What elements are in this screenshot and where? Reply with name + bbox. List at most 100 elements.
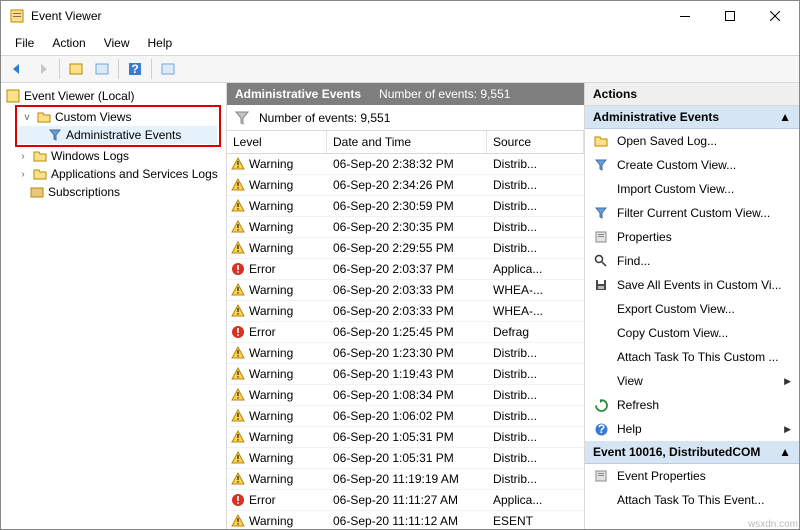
menu-help[interactable]: Help bbox=[140, 33, 181, 53]
center-title: Administrative Events bbox=[235, 87, 361, 101]
collapse-icon[interactable]: ▲ bbox=[779, 445, 791, 459]
actions-title: Actions bbox=[585, 83, 799, 106]
cell-datetime: 06-Sep-20 2:03:33 PM bbox=[327, 283, 487, 297]
cell-level: Warning bbox=[249, 451, 293, 465]
folder-icon bbox=[32, 148, 48, 164]
action-item[interactable]: Attach Task To This Custom ... bbox=[585, 345, 799, 369]
table-row[interactable]: Warning06-Sep-20 2:34:26 PMDistrib... bbox=[227, 175, 584, 196]
action-label: Filter Current Custom View... bbox=[617, 206, 770, 220]
close-button[interactable] bbox=[752, 2, 797, 31]
cell-level: Warning bbox=[249, 220, 293, 234]
table-row[interactable]: Warning06-Sep-20 2:29:55 PMDistrib... bbox=[227, 238, 584, 259]
collapse-icon[interactable]: ▲ bbox=[779, 110, 791, 124]
table-row[interactable]: Error06-Sep-20 11:11:27 AMApplica... bbox=[227, 490, 584, 511]
table-row[interactable]: Warning06-Sep-20 2:03:33 PMWHEA-... bbox=[227, 301, 584, 322]
toolbar-show-hide[interactable] bbox=[64, 58, 88, 80]
cell-source: Distrib... bbox=[487, 472, 584, 486]
action-item[interactable]: Find... bbox=[585, 249, 799, 273]
forward-button[interactable] bbox=[31, 58, 55, 80]
table-row[interactable]: Warning06-Sep-20 1:06:02 PMDistrib... bbox=[227, 406, 584, 427]
event-viewer-icon bbox=[5, 88, 21, 104]
action-item[interactable]: Import Custom View... bbox=[585, 177, 799, 201]
cell-level: Warning bbox=[249, 199, 293, 213]
table-row[interactable]: Warning06-Sep-20 11:19:19 AMDistrib... bbox=[227, 469, 584, 490]
menu-file[interactable]: File bbox=[7, 33, 42, 53]
expand-icon[interactable]: › bbox=[17, 169, 29, 180]
toolbar-properties[interactable] bbox=[90, 58, 114, 80]
action-item[interactable]: Save All Events in Custom Vi... bbox=[585, 273, 799, 297]
menu-action[interactable]: Action bbox=[44, 33, 93, 53]
cell-source: Distrib... bbox=[487, 388, 584, 402]
tree-apps-services[interactable]: › Applications and Services Logs bbox=[3, 165, 224, 183]
warning-icon bbox=[231, 388, 245, 402]
filter-icon[interactable] bbox=[235, 111, 249, 125]
toolbar-help[interactable]: ? bbox=[123, 58, 147, 80]
warning-icon bbox=[231, 283, 245, 297]
action-item[interactable]: Properties bbox=[585, 225, 799, 249]
collapse-icon[interactable]: v bbox=[21, 112, 33, 123]
action-label: Attach Task To This Custom ... bbox=[617, 350, 778, 364]
table-row[interactable]: Warning06-Sep-20 2:03:33 PMWHEA-... bbox=[227, 280, 584, 301]
table-row[interactable]: Warning06-Sep-20 1:08:34 PMDistrib... bbox=[227, 385, 584, 406]
folder-icon bbox=[36, 109, 52, 125]
action-item[interactable]: Filter Current Custom View... bbox=[585, 201, 799, 225]
action-item[interactable]: Event Properties bbox=[585, 464, 799, 488]
table-row[interactable]: Warning06-Sep-20 1:05:31 PMDistrib... bbox=[227, 427, 584, 448]
section-label: Event 10016, DistributedCOM bbox=[593, 445, 760, 459]
actions-section-1[interactable]: Administrative Events ▲ bbox=[585, 106, 799, 129]
chevron-right-icon: ▶ bbox=[784, 424, 791, 435]
cell-source: Distrib... bbox=[487, 199, 584, 213]
cell-level: Warning bbox=[249, 409, 293, 423]
tree-label: Administrative Events bbox=[66, 128, 181, 142]
filter-row: Number of events: 9,551 bbox=[227, 105, 584, 131]
back-button[interactable] bbox=[5, 58, 29, 80]
table-row[interactable]: Error06-Sep-20 2:03:37 PMApplica... bbox=[227, 259, 584, 280]
tree-subscriptions[interactable]: Subscriptions bbox=[3, 183, 224, 201]
props-icon bbox=[593, 468, 609, 484]
action-item[interactable]: Refresh bbox=[585, 393, 799, 417]
table-row[interactable]: Error06-Sep-20 1:25:45 PMDefrag bbox=[227, 322, 584, 343]
col-source[interactable]: Source bbox=[487, 131, 584, 153]
minimize-button[interactable] bbox=[662, 2, 707, 31]
maximize-button[interactable] bbox=[707, 2, 752, 31]
table-row[interactable]: Warning06-Sep-20 1:23:30 PMDistrib... bbox=[227, 343, 584, 364]
toolbar-action-pane[interactable] bbox=[156, 58, 180, 80]
action-item[interactable]: View▶ bbox=[585, 369, 799, 393]
tree-windows-logs[interactable]: › Windows Logs bbox=[3, 147, 224, 165]
cell-level: Error bbox=[249, 325, 276, 339]
menu-view[interactable]: View bbox=[96, 33, 138, 53]
tree-root[interactable]: Event Viewer (Local) bbox=[3, 87, 224, 105]
tree-label: Windows Logs bbox=[51, 149, 129, 163]
expand-icon[interactable]: › bbox=[17, 151, 29, 162]
action-item[interactable]: Create Custom View... bbox=[585, 153, 799, 177]
action-item[interactable]: ?Help▶ bbox=[585, 417, 799, 441]
warning-icon bbox=[231, 514, 245, 528]
action-item[interactable]: Export Custom View... bbox=[585, 297, 799, 321]
col-level[interactable]: Level bbox=[227, 131, 327, 153]
table-row[interactable]: Warning06-Sep-20 1:19:43 PMDistrib... bbox=[227, 364, 584, 385]
tree-admin-events[interactable]: Administrative Events bbox=[19, 126, 217, 144]
action-label: Copy Custom View... bbox=[617, 326, 728, 340]
save-icon bbox=[593, 277, 609, 293]
table-row[interactable]: Warning06-Sep-20 2:30:59 PMDistrib... bbox=[227, 196, 584, 217]
filter-count: Number of events: 9,551 bbox=[259, 111, 390, 125]
action-item[interactable]: Copy Custom View... bbox=[585, 321, 799, 345]
error-icon bbox=[231, 325, 245, 339]
cell-level: Warning bbox=[249, 514, 293, 528]
col-datetime[interactable]: Date and Time bbox=[327, 131, 487, 153]
action-item[interactable]: Attach Task To This Event... bbox=[585, 488, 799, 512]
event-rows: Warning06-Sep-20 2:38:32 PMDistrib...War… bbox=[227, 154, 584, 529]
cell-level: Warning bbox=[249, 346, 293, 360]
table-row[interactable]: Warning06-Sep-20 2:30:35 PMDistrib... bbox=[227, 217, 584, 238]
blank-icon bbox=[593, 181, 609, 197]
table-row[interactable]: Warning06-Sep-20 2:38:32 PMDistrib... bbox=[227, 154, 584, 175]
action-item[interactable]: Open Saved Log... bbox=[585, 129, 799, 153]
table-row[interactable]: Warning06-Sep-20 11:11:12 AMESENT bbox=[227, 511, 584, 529]
section-label: Administrative Events bbox=[593, 110, 719, 124]
tree-custom-views[interactable]: v Custom Views bbox=[19, 108, 217, 126]
cell-source: WHEA-... bbox=[487, 283, 584, 297]
actions-section-2[interactable]: Event 10016, DistributedCOM ▲ bbox=[585, 441, 799, 464]
toolbar-separator bbox=[151, 59, 152, 79]
warning-icon bbox=[231, 199, 245, 213]
table-row[interactable]: Warning06-Sep-20 1:05:31 PMDistrib... bbox=[227, 448, 584, 469]
